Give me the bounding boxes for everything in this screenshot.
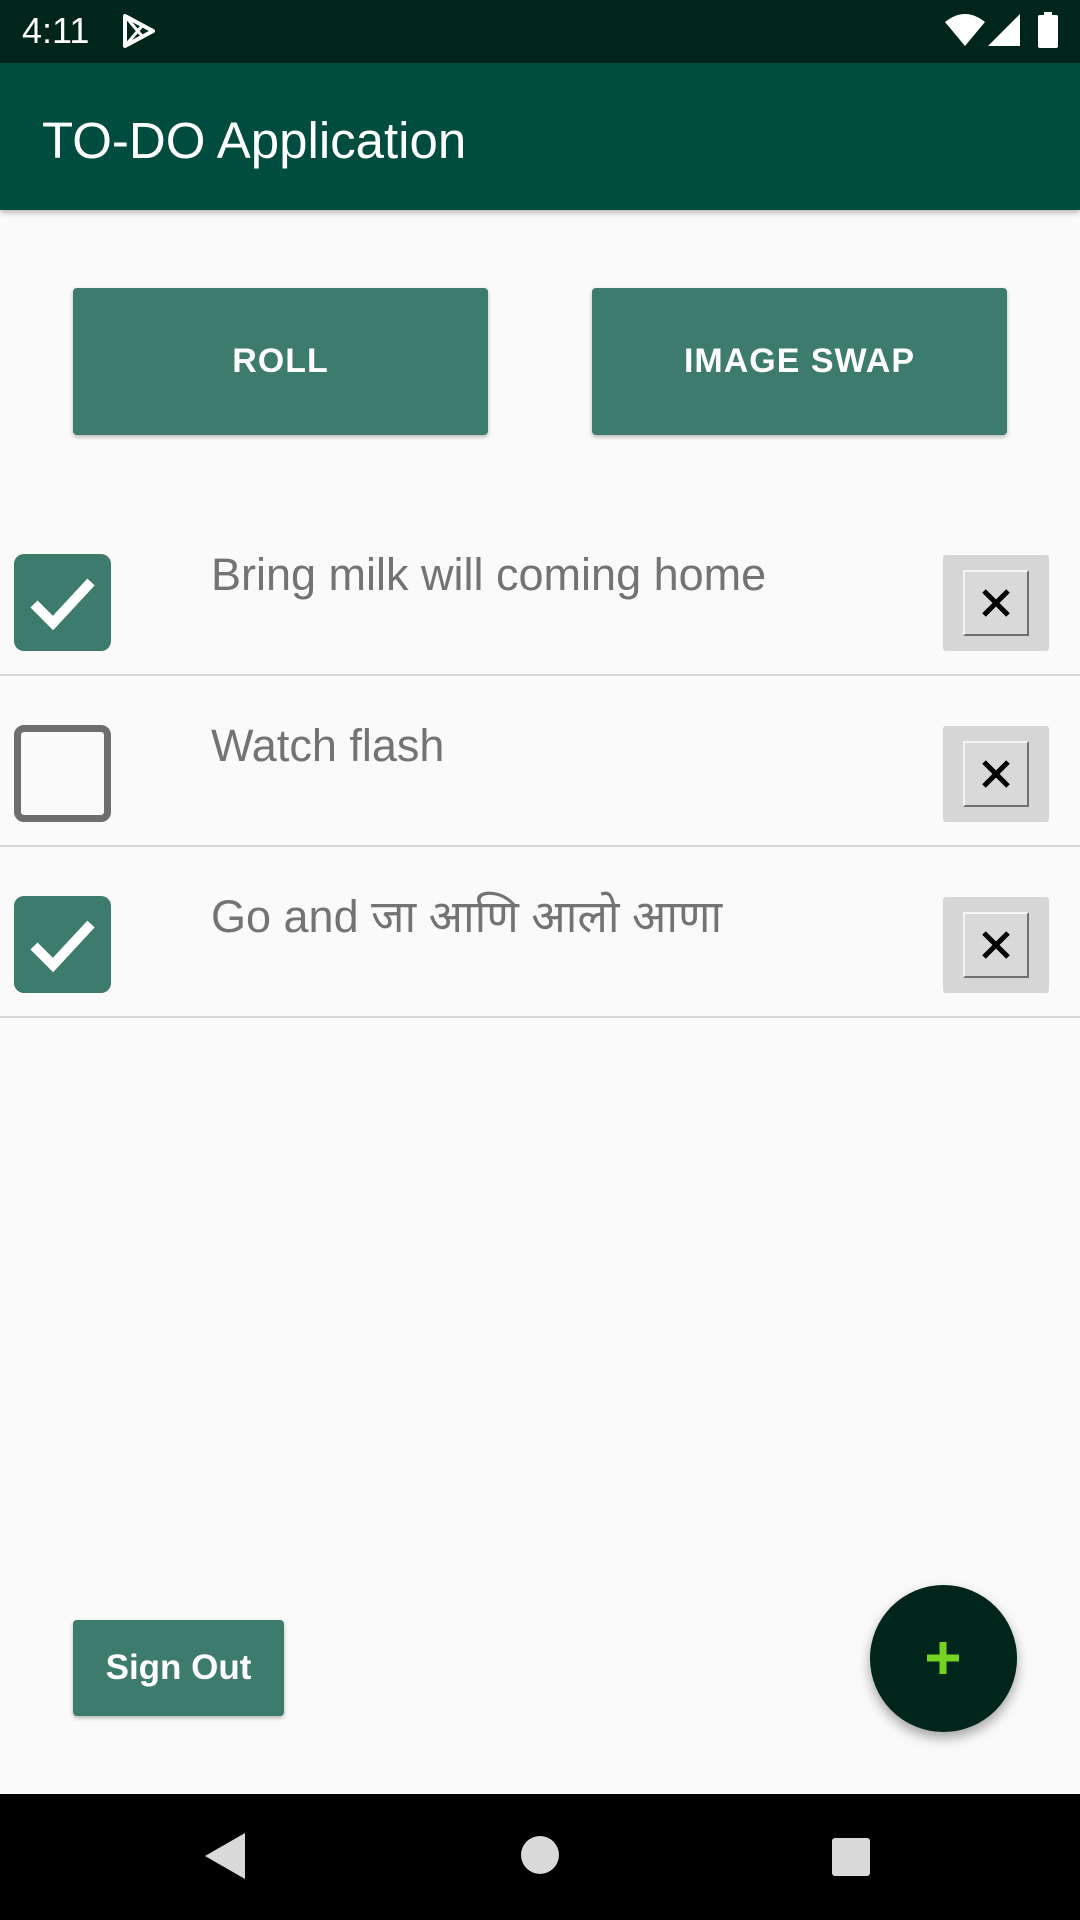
roll-button[interactable]: ROLL bbox=[73, 288, 488, 435]
todo-screen: 4:11 TO-DO Application ROLL IMAGE SWAP B… bbox=[0, 0, 1080, 1920]
wifi-icon bbox=[945, 14, 985, 46]
close-icon bbox=[982, 931, 1010, 959]
navigation-bar bbox=[0, 1794, 1080, 1920]
todo-checkbox[interactable] bbox=[14, 554, 111, 651]
add-todo-fab[interactable] bbox=[870, 1585, 1017, 1732]
delete-button[interactable] bbox=[943, 555, 1049, 651]
home-icon[interactable] bbox=[521, 1836, 559, 1874]
todo-checkbox[interactable] bbox=[14, 725, 111, 822]
close-icon bbox=[982, 589, 1010, 617]
todo-row: Watch flash bbox=[0, 676, 1080, 847]
close-icon bbox=[982, 760, 1010, 788]
todo-checkbox[interactable] bbox=[14, 896, 111, 993]
signal-icon bbox=[988, 14, 1020, 46]
battery-icon bbox=[1038, 12, 1058, 48]
check-icon bbox=[30, 920, 95, 973]
app-title: TO-DO Application bbox=[42, 112, 467, 169]
check-icon bbox=[30, 578, 95, 631]
divider bbox=[0, 1016, 1080, 1018]
todo-row: Go and जा आणि आलो आणा bbox=[0, 847, 1080, 1018]
delete-button-face bbox=[963, 912, 1029, 978]
todo-row: Bring milk will coming home bbox=[0, 505, 1080, 676]
delete-button[interactable] bbox=[943, 897, 1049, 993]
app-bar: TO-DO Application bbox=[0, 63, 1080, 210]
todo-text: Watch flash bbox=[211, 720, 445, 771]
play-store-icon bbox=[123, 14, 155, 48]
delete-button[interactable] bbox=[943, 726, 1049, 822]
sign-out-button[interactable]: Sign Out bbox=[73, 1620, 284, 1716]
delete-button-face bbox=[963, 570, 1029, 636]
image-swap-button[interactable]: IMAGE SWAP bbox=[592, 288, 1007, 435]
todo-text: Bring milk will coming home bbox=[211, 549, 767, 600]
todo-text: Go and जा आणि आलो आणा bbox=[211, 891, 723, 942]
plus-icon bbox=[927, 1642, 959, 1674]
recents-icon[interactable] bbox=[832, 1838, 870, 1876]
status-bar: 4:11 bbox=[0, 0, 1080, 63]
back-icon[interactable] bbox=[205, 1833, 245, 1879]
status-time: 4:11 bbox=[22, 10, 90, 51]
delete-button-face bbox=[963, 741, 1029, 807]
